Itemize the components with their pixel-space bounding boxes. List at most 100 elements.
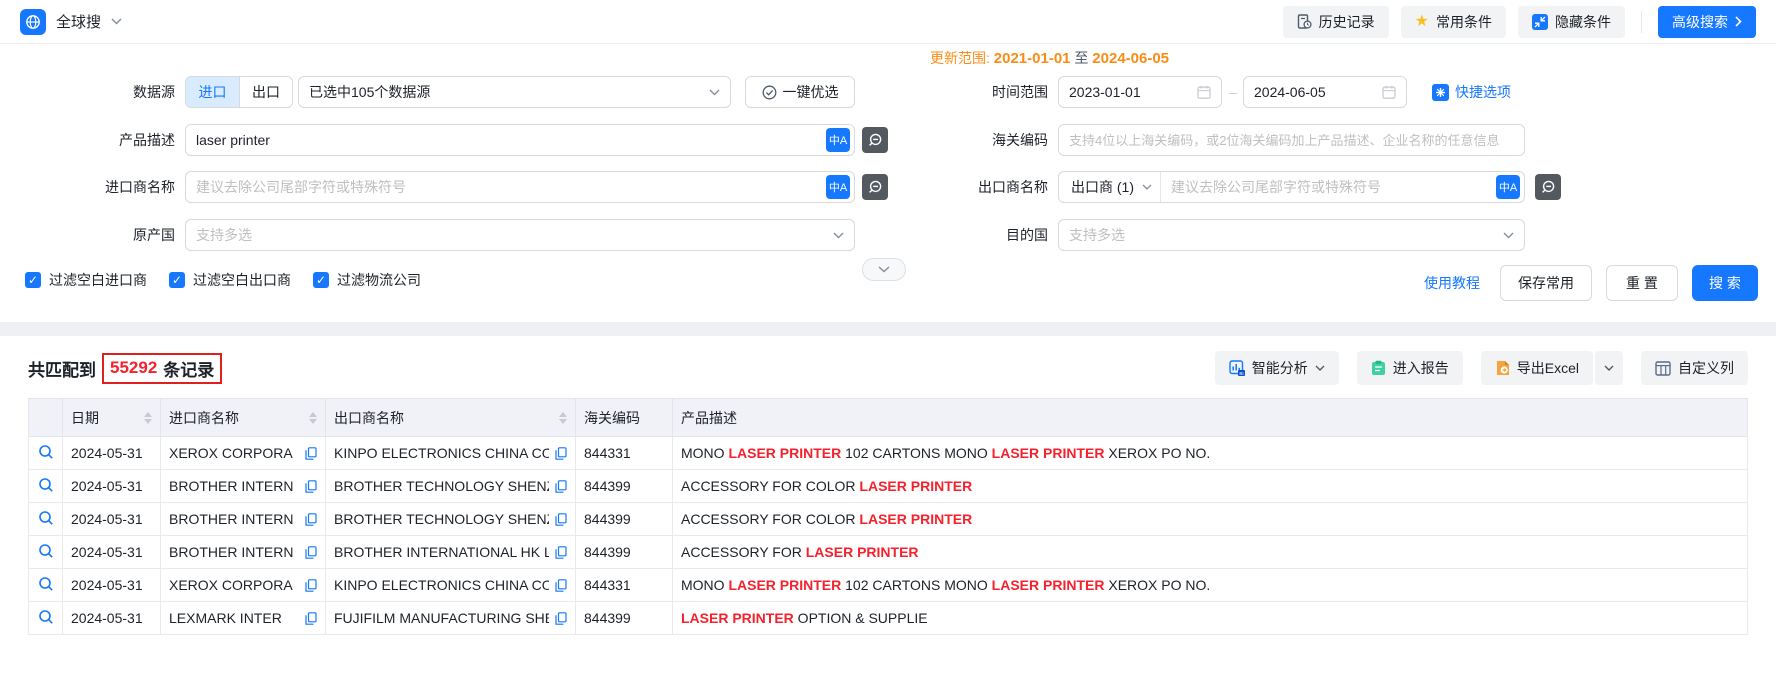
- custom-columns-button[interactable]: 自定义列: [1641, 351, 1748, 385]
- sort-icon[interactable]: [559, 412, 567, 424]
- cell-exporter-text[interactable]: BROTHER TECHNOLOGY SHENZ: [334, 511, 549, 527]
- row-search-icon[interactable]: [38, 576, 54, 592]
- collapse-form-button[interactable]: [862, 258, 906, 281]
- cell-exporter-text[interactable]: BROTHER INTERNATIONAL HK L: [334, 544, 549, 560]
- sort-icon[interactable]: [309, 412, 317, 424]
- copy-icon[interactable]: [305, 513, 317, 526]
- cell-product-desc: LASER PRINTER OPTION & SUPPLIE: [673, 602, 1748, 635]
- row-search-icon[interactable]: [38, 477, 54, 493]
- cell-importer-text[interactable]: BROTHER INTERN: [169, 544, 299, 560]
- time-range-label: 时间范围: [873, 76, 1048, 108]
- chevron-down-icon: [1503, 232, 1514, 239]
- tutorial-link[interactable]: 使用教程: [1424, 265, 1480, 301]
- cell-date: 2024-05-31: [63, 602, 161, 635]
- results-section: 共匹配到 55292 条记录 BI 智能分析 进入报告 导出Excel: [0, 346, 1776, 635]
- copy-icon[interactable]: [305, 447, 317, 460]
- row-detail-cell[interactable]: [29, 569, 63, 602]
- copy-icon[interactable]: [555, 612, 567, 625]
- cell-hs-code: 844331: [576, 437, 673, 470]
- importer-input[interactable]: [186, 172, 826, 202]
- copy-icon[interactable]: [305, 612, 317, 625]
- cell-exporter-text[interactable]: BROTHER TECHNOLOGY SHENZ: [334, 478, 549, 494]
- cell-importer-text[interactable]: LEXMARK INTER: [169, 610, 299, 626]
- translate-icon[interactable]: 中A: [1496, 175, 1520, 199]
- cell-exporter-text[interactable]: KINPO ELECTRONICS CHINA CO: [334, 445, 549, 461]
- translate-icon[interactable]: 中A: [826, 175, 850, 199]
- star-icon: ★: [1415, 14, 1429, 30]
- origin-country-select[interactable]: 支持多选: [185, 219, 855, 251]
- date-end-input[interactable]: [1244, 77, 1382, 107]
- exporter-input[interactable]: [1161, 172, 1496, 202]
- tab-export[interactable]: 出口: [239, 77, 292, 107]
- date-start-input[interactable]: [1059, 77, 1197, 107]
- history-button[interactable]: 历史记录: [1283, 6, 1389, 38]
- date-start-field[interactable]: [1058, 76, 1222, 108]
- exporter-type-select[interactable]: 出口商 (1): [1059, 172, 1161, 202]
- row-search-icon[interactable]: [38, 543, 54, 559]
- chevron-down-icon: [1315, 365, 1325, 371]
- enter-report-button[interactable]: 进入报告: [1357, 351, 1463, 385]
- cell-exporter-text[interactable]: FUJIFILM MANUFACTURING SHE: [334, 610, 549, 626]
- desc-text: OPTION & SUPPLIE: [794, 610, 928, 626]
- cell-importer-text[interactable]: XEROX CORPORA: [169, 445, 299, 461]
- cell-importer-text[interactable]: XEROX CORPORA: [169, 577, 299, 593]
- dest-country-select[interactable]: 支持多选: [1058, 219, 1525, 251]
- copy-icon[interactable]: [305, 579, 317, 592]
- data-source-select[interactable]: 已选中105个数据源: [298, 76, 731, 108]
- filter-checkbox-2[interactable]: ✓过滤物流公司: [313, 270, 421, 290]
- filter-checkbox-0[interactable]: ✓过滤空白进口商: [25, 270, 147, 290]
- export-excel-caret-button[interactable]: [1595, 351, 1623, 385]
- cell-exporter-text[interactable]: KINPO ELECTRONICS CHINA CO: [334, 577, 549, 593]
- toolbar-divider: [1641, 11, 1642, 33]
- exporter-exclude-button[interactable]: [1535, 174, 1561, 200]
- copy-icon[interactable]: [305, 546, 317, 559]
- save-conditions-button[interactable]: 保存常用: [1500, 265, 1592, 301]
- copy-icon[interactable]: [555, 579, 567, 592]
- export-excel-button[interactable]: 导出Excel: [1481, 351, 1593, 385]
- copy-icon[interactable]: [305, 480, 317, 493]
- columns-icon: [1655, 361, 1671, 376]
- tab-import[interactable]: 进口: [186, 77, 239, 107]
- product-desc-label: 产品描述: [0, 124, 175, 156]
- copy-icon[interactable]: [555, 513, 567, 526]
- chevron-down-icon: [1142, 184, 1152, 190]
- checkbox-label: 过滤空白出口商: [193, 270, 291, 290]
- exclude-icon: [1540, 179, 1556, 195]
- translate-icon[interactable]: 中A: [826, 128, 850, 152]
- favorites-button[interactable]: ★ 常用条件: [1401, 6, 1506, 38]
- row-detail-cell[interactable]: [29, 536, 63, 569]
- product-desc-input[interactable]: [186, 125, 826, 155]
- date-end-field[interactable]: [1243, 76, 1407, 108]
- row-search-icon[interactable]: [38, 609, 54, 625]
- hs-code-input[interactable]: [1059, 125, 1524, 155]
- one-click-select-button[interactable]: 一键优选: [745, 76, 855, 108]
- filter-checkbox-1[interactable]: ✓过滤空白出口商: [169, 270, 291, 290]
- reset-button[interactable]: 重 置: [1606, 265, 1678, 301]
- row-search-icon[interactable]: [38, 510, 54, 526]
- desc-highlight: LASER PRINTER: [728, 577, 841, 593]
- hide-conditions-button[interactable]: 隐藏条件: [1518, 6, 1625, 38]
- importer-field: 中A: [185, 171, 855, 203]
- enter-report-label: 进入报告: [1393, 358, 1449, 378]
- row-detail-cell[interactable]: [29, 602, 63, 635]
- smart-analysis-button[interactable]: BI 智能分析: [1215, 351, 1339, 385]
- app-brand[interactable]: 全球搜: [20, 9, 122, 35]
- quick-options-link[interactable]: 快捷选项: [1432, 76, 1511, 108]
- search-button[interactable]: 搜 索: [1692, 265, 1758, 301]
- sort-icon[interactable]: [144, 412, 152, 424]
- header-hs-code: 海关编码: [576, 399, 673, 437]
- row-search-icon[interactable]: [38, 444, 54, 460]
- cell-hs-code: 844399: [576, 503, 673, 536]
- filter-checkbox-row: ✓过滤空白进口商 ✓过滤空白出口商 ✓过滤物流公司: [25, 270, 421, 290]
- update-range-label: 更新范围:: [930, 50, 990, 66]
- cell-importer-text[interactable]: BROTHER INTERN: [169, 478, 299, 494]
- advanced-search-button[interactable]: 高级搜索: [1658, 6, 1756, 38]
- row-detail-cell[interactable]: [29, 437, 63, 470]
- copy-icon[interactable]: [555, 447, 567, 460]
- copy-icon[interactable]: [555, 480, 567, 493]
- row-detail-cell[interactable]: [29, 503, 63, 536]
- checkbox-label: 过滤物流公司: [337, 270, 421, 290]
- cell-importer-text[interactable]: BROTHER INTERN: [169, 511, 299, 527]
- copy-icon[interactable]: [555, 546, 567, 559]
- row-detail-cell[interactable]: [29, 470, 63, 503]
